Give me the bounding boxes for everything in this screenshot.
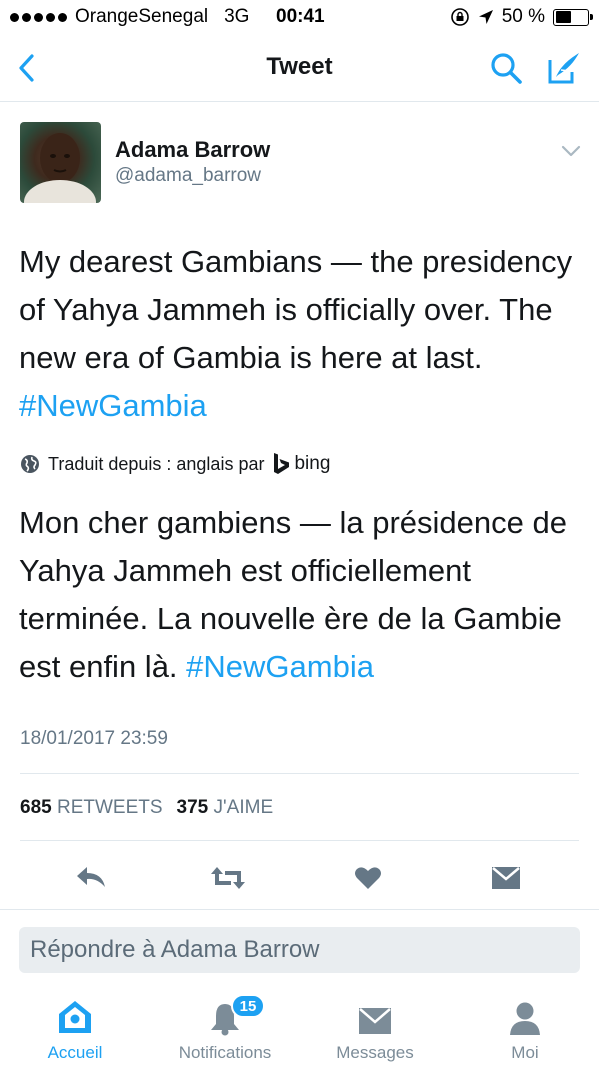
tab-bar: Accueil 15 Notifications Messages Moi [0, 990, 599, 1068]
likes-stat[interactable]: 375 J'AIME [177, 797, 274, 819]
globe-icon [21, 455, 39, 473]
tweet-text: My dearest Gambians — the presidency of … [19, 238, 584, 430]
tweet-timestamp: 18/01/2017 23:59 [20, 728, 168, 749]
search-icon [491, 53, 522, 84]
status-time: 00:41 [276, 6, 325, 27]
person-icon [510, 1002, 540, 1035]
battery-percent: 50 % [501, 6, 545, 27]
envelope-icon [359, 1008, 391, 1034]
likes-count: 375 [176, 797, 209, 818]
hashtag-link[interactable]: #NewGambia [19, 388, 207, 423]
retweet-icon [211, 867, 245, 889]
retweets-label: RETWEETS [56, 797, 163, 818]
retweets-stat[interactable]: 685 RETWEETS [20, 797, 163, 819]
direct-message-button[interactable] [486, 862, 526, 894]
bing-logo: bing [272, 452, 330, 476]
location-arrow-icon [478, 10, 493, 24]
home-icon [59, 1001, 91, 1033]
compose-tweet-button[interactable] [544, 48, 584, 88]
network-type: 3G [224, 6, 250, 27]
translated-tweet-text: Mon cher gambiens — la présidence de Yah… [19, 499, 589, 691]
translation-attribution: Traduit depuis : anglais par bing [20, 451, 330, 477]
bing-label: bing [294, 453, 331, 474]
tab-label: Accueil [47, 1043, 103, 1062]
tweet-actions [0, 848, 599, 908]
tweet-body: My dearest Gambians — the presidency of … [19, 244, 573, 375]
orientation-lock-icon [450, 8, 469, 26]
translated-hashtag-link[interactable]: #NewGambia [186, 649, 374, 684]
battery-icon [553, 8, 593, 26]
reply-button[interactable] [71, 862, 111, 894]
tab-label: Messages [336, 1043, 414, 1062]
signal-strength-icon [10, 12, 67, 22]
tab-label: Notifications [178, 1043, 272, 1062]
tweet-stats: 685 RETWEETS 375 J'AIME [20, 797, 273, 819]
chevron-down-icon [561, 145, 581, 157]
notification-badge: 15 [231, 994, 265, 1018]
divider [0, 909, 599, 910]
retweet-button[interactable] [208, 862, 248, 894]
compose-icon [548, 53, 579, 84]
tab-me[interactable]: Moi [460, 990, 590, 1068]
tab-home[interactable]: Accueil [10, 990, 140, 1068]
author-handle[interactable]: @adama_barrow [115, 165, 261, 187]
tweet-options-button[interactable] [558, 138, 584, 164]
search-button[interactable] [486, 48, 526, 88]
divider [20, 840, 579, 841]
carrier-name: OrangeSenegal [75, 6, 209, 27]
status-bar: OrangeSenegal 3G 00:41 50 % [0, 0, 599, 36]
envelope-icon [492, 867, 520, 889]
divider [20, 773, 579, 774]
author-name[interactable]: Adama Barrow [115, 137, 270, 163]
reply-icon [77, 867, 105, 887]
avatar[interactable] [20, 122, 101, 203]
navigation-bar: Tweet [0, 36, 599, 102]
likes-label: J'AIME [213, 797, 274, 818]
heart-icon [355, 867, 381, 889]
translation-label: Traduit depuis : anglais par [48, 453, 265, 474]
avatar-photo [24, 133, 96, 203]
tab-label: Moi [511, 1043, 539, 1062]
like-button[interactable] [348, 862, 388, 894]
tab-messages[interactable]: Messages [310, 990, 440, 1068]
retweets-count: 685 [20, 797, 52, 818]
reply-input[interactable]: Répondre à Adama Barrow [19, 927, 580, 973]
tab-notifications[interactable]: 15 Notifications [160, 990, 290, 1068]
bing-icon [274, 453, 290, 474]
